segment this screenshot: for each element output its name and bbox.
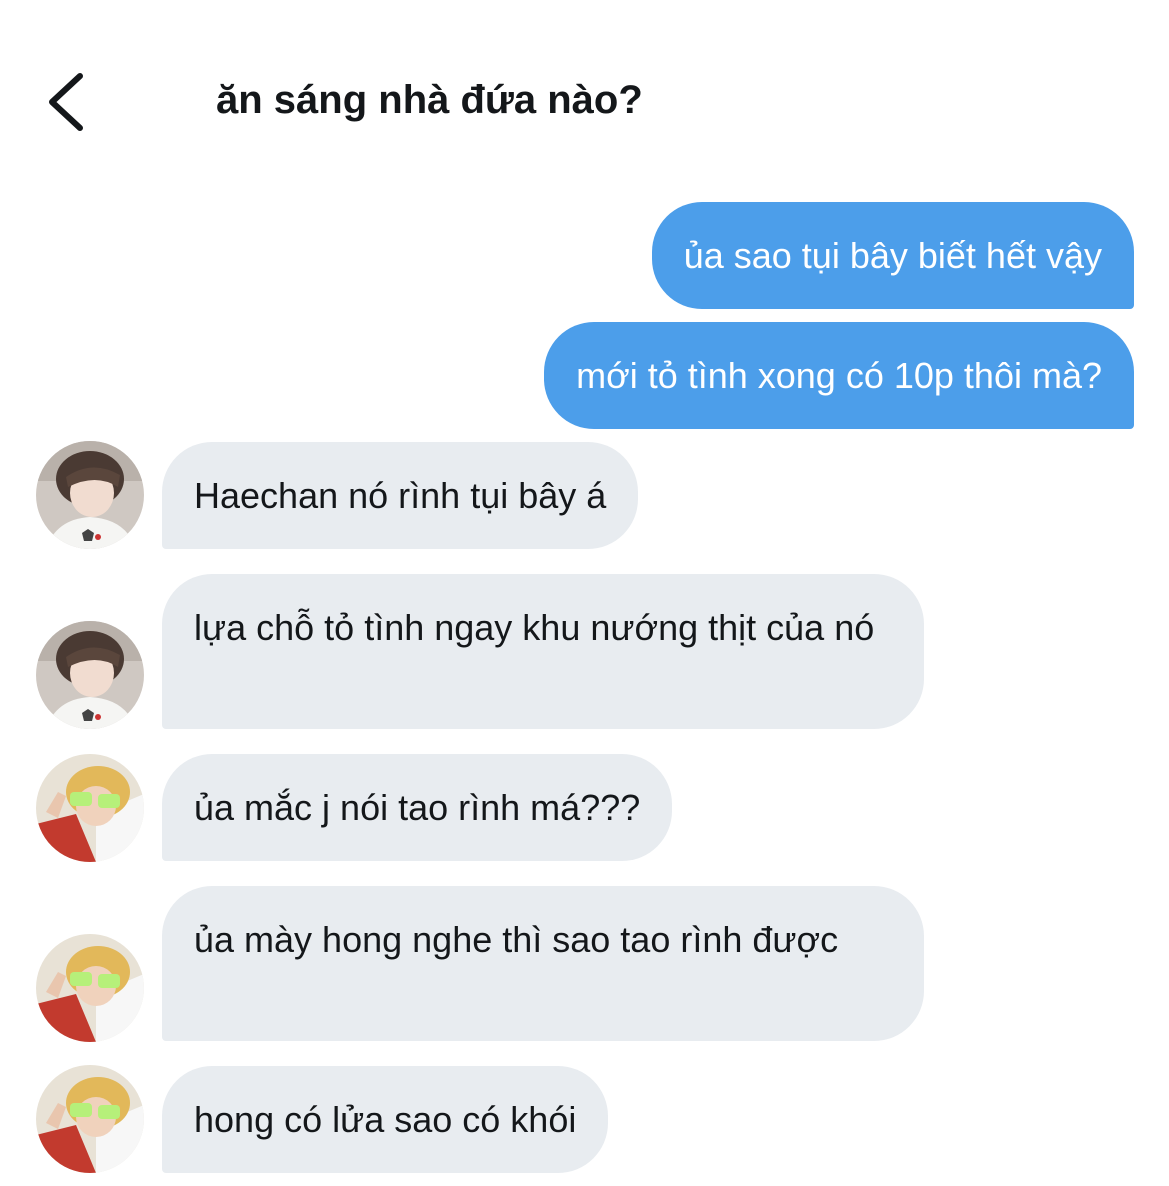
message-text: lựa chỗ tỏ tình ngay khu nướng thịt của … <box>194 607 875 648</box>
received-message-bubble[interactable]: hong có lửa sao có khói <box>162 1066 609 1173</box>
received-message-bubble[interactable]: lựa chỗ tỏ tình ngay khu nướng thịt của … <box>162 574 924 729</box>
message-text: mới tỏ tình xong có 10p thôi mà? <box>576 354 1102 396</box>
received-message-bubble[interactable]: Haechan nó rình tụi bây á <box>162 442 639 549</box>
back-button[interactable] <box>44 72 92 132</box>
message-text: ủa sao tụi bây biết hết vậy <box>683 234 1102 276</box>
sender-avatar[interactable] <box>36 441 144 549</box>
sender-avatar[interactable] <box>36 1065 144 1173</box>
received-message-bubble[interactable]: ủa mày hong nghe thì sao tao rình được <box>162 886 924 1041</box>
sender-avatar[interactable] <box>36 621 144 729</box>
chevron-left-icon <box>49 73 83 131</box>
conversation-title: ăn sáng nhà đứa nào? <box>216 78 643 122</box>
sent-message-bubble[interactable]: mới tỏ tình xong có 10p thôi mà? <box>544 322 1134 429</box>
received-message-bubble[interactable]: ủa mắc j nói tao rình má??? <box>162 754 673 861</box>
sent-message-bubble[interactable]: ủa sao tụi bây biết hết vậy <box>651 202 1134 309</box>
message-text: hong có lửa sao có khói <box>194 1098 577 1140</box>
message-text: Haechan nó rình tụi bây á <box>194 474 607 516</box>
message-text: ủa mắc j nói tao rình má??? <box>194 786 641 828</box>
avatar-image <box>36 934 144 1042</box>
sender-avatar[interactable] <box>36 934 144 1042</box>
message-text: ủa mày hong nghe thì sao tao rình được <box>194 919 839 960</box>
sender-avatar[interactable] <box>36 754 144 862</box>
avatar-image <box>36 621 144 729</box>
avatar-image <box>36 1065 144 1173</box>
avatar-image <box>36 441 144 549</box>
avatar-image <box>36 754 144 862</box>
